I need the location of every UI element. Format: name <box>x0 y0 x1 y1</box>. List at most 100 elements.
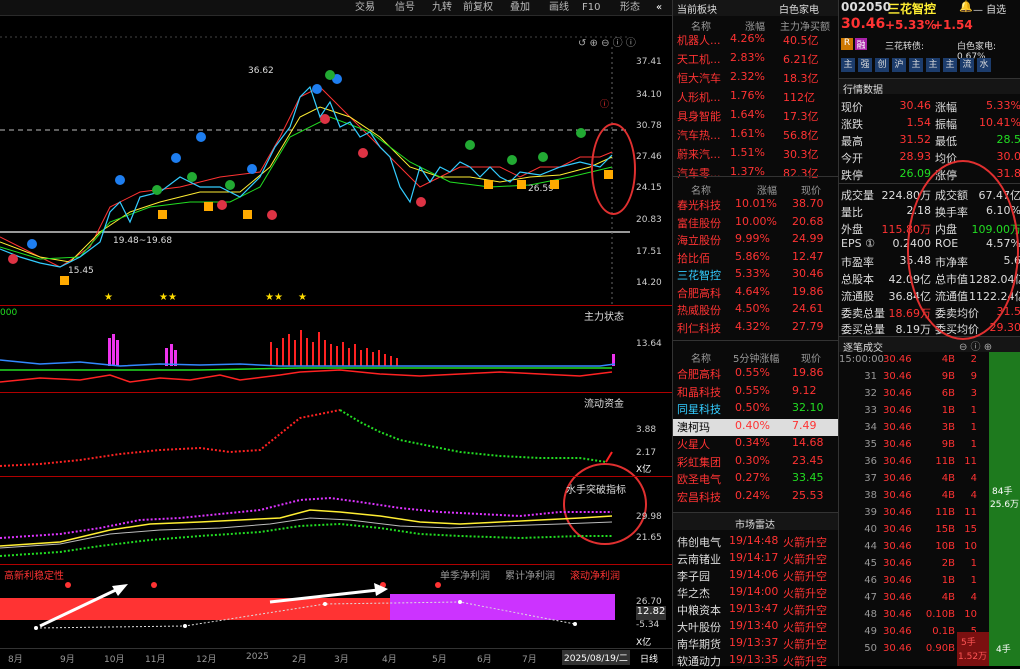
speed-name: 彩虹集团 <box>677 455 721 469</box>
tick-price: 30.46 <box>883 507 912 518</box>
tick-price: 30.46 <box>883 456 912 467</box>
concept-chip[interactable]: 流 <box>960 58 974 72</box>
stat-label: EPS ① <box>841 237 875 251</box>
tick-time: 36 <box>864 456 877 467</box>
toolbar-trade[interactable]: 交易 <box>355 0 375 16</box>
speed-row[interactable]: 合肥高科 0.55% 19.86 <box>673 366 839 383</box>
tick-count: 11 <box>964 507 977 518</box>
stock-row[interactable]: 富佳股份 10.00% 20.68 <box>673 215 839 232</box>
tick-row: 15:00:00 30.46 4B 2 <box>839 354 989 370</box>
radar-time: 19/14:48 <box>729 534 779 547</box>
tick-controls[interactable]: ⊖ ⓘ ⊕ <box>959 338 992 353</box>
quote-label: 最高 <box>841 135 863 148</box>
toolbar-pattern[interactable]: 形态 <box>620 0 640 16</box>
stock-row[interactable]: 春光科技 10.01% 38.70 <box>673 197 839 214</box>
sector-row[interactable]: 汽车热... 1.61% 56.8亿 <box>673 127 839 145</box>
stock-row[interactable]: 合肥高科 4.64% 19.86 <box>673 285 839 302</box>
stock-row[interactable]: 海立股份 9.99% 24.99 <box>673 232 839 249</box>
tick-volume: 11B <box>935 456 955 467</box>
tick-time: 49 <box>864 626 877 637</box>
tick-count: 1 <box>970 439 977 450</box>
quote-value: 31.52 <box>899 133 932 146</box>
sector-pct: 1.61% <box>730 127 765 140</box>
radar-row[interactable]: 南华期货 19/13:37 火箭升空 <box>673 636 839 652</box>
price-chart: 36.62 19.48~19.68 15.45 26.59 ★ ★★ ★★ ★ ⓘ <box>0 36 630 305</box>
concept-chip[interactable]: 主 <box>943 58 957 72</box>
convertible-bond[interactable]: 三花转债: <box>885 39 924 52</box>
stock-name: 合肥高科 <box>677 286 721 300</box>
speed-row[interactable]: 宏昌科技 0.24% 25.53 <box>673 489 839 506</box>
stock-pct: 9.99% <box>735 232 770 245</box>
stock-pct: 4.50% <box>735 302 770 315</box>
radar-row[interactable]: 华之杰 19/14:00 火箭升空 <box>673 585 839 601</box>
stock-code: 002050 <box>841 0 892 14</box>
radar-row[interactable]: 伟创电气 19/14:48 火箭升空 <box>673 534 839 550</box>
stock-row[interactable]: 三花智控 5.33% 30.46 <box>673 267 839 284</box>
concept-chip[interactable]: 主 <box>926 58 940 72</box>
stock-row[interactable]: 拾比佰 5.86% 12.47 <box>673 250 839 267</box>
panel-controls[interactable]: ↺ ⊕ ⊖ ⓘ ⓘ <box>578 34 636 49</box>
tick-time: 39 <box>864 507 877 518</box>
sector-row[interactable]: 具身智能 1.64% 17.3亿 <box>673 108 839 126</box>
sector-net: 18.3亿 <box>783 72 819 85</box>
concept-chip[interactable]: 主 <box>841 58 855 72</box>
sector-industry[interactable]: 白色家电 <box>779 1 819 16</box>
tick-volume: 4B <box>941 490 955 501</box>
tick-row: 37 30.46 4B 4 <box>839 473 989 489</box>
concept-chip[interactable]: 强 <box>858 58 872 72</box>
concept-chip[interactable]: 创 <box>875 58 889 72</box>
chart-area[interactable]: 交易 信号 九转 前复权 叠加 画线 F10 形态 « 36.62 19.48~… <box>0 0 672 666</box>
stock-row[interactable]: 利仁科技 4.32% 27.79 <box>673 320 839 337</box>
speed-row[interactable]: 和晶科技 0.55% 9.12 <box>673 384 839 401</box>
stock-row[interactable]: 热威股份 4.50% 24.61 <box>673 302 839 319</box>
sailor-indicator-chart <box>0 496 613 557</box>
sector-row[interactable]: 天工机... 2.83% 6.21亿 <box>673 51 839 69</box>
tick-row: 35 30.46 9B 1 <box>839 439 989 455</box>
speed-row[interactable]: 澳柯玛 0.40% 7.49 <box>673 418 839 436</box>
speed-row[interactable]: 火星人 0.34% 14.68 <box>673 436 839 453</box>
radar-row[interactable]: 大叶股份 19/13:40 火箭升空 <box>673 619 839 635</box>
toolbar-nine[interactable]: 九转 <box>432 0 452 16</box>
tick-row: 48 30.46 0.10B 10 <box>839 609 989 625</box>
sector-row[interactable]: 机器人... 4.26% 40.5亿 <box>673 32 839 50</box>
sector-pct: 1.51% <box>730 146 765 159</box>
speed-row[interactable]: 欧圣电气 0.27% 33.45 <box>673 471 839 488</box>
speed-row[interactable]: 彩虹集团 0.30% 23.45 <box>673 454 839 471</box>
collapse-icon[interactable]: « <box>656 0 662 16</box>
radar-row[interactable]: 软通动力 19/13:35 火箭升空 <box>673 653 839 669</box>
stock-name: 拾比佰 <box>677 251 710 265</box>
x-axis: 8月 9月 10月 11月 12月 2025 2月 3月 4月 5月 6月 7月… <box>0 648 672 666</box>
tick-volume: 4B <box>941 354 955 365</box>
svg-text:★: ★ <box>104 292 113 303</box>
tick-count: 10 <box>964 609 977 620</box>
tick-volume: 0.90B <box>925 643 955 654</box>
sector-pct: 1.76% <box>730 89 765 102</box>
concept-chip[interactable]: 水 <box>977 58 991 72</box>
sector-row[interactable]: 蔚来汽... 1.51% 30.3亿 <box>673 146 839 164</box>
toolbar-adjust[interactable]: 前复权 <box>463 0 493 16</box>
toolbar-overlay[interactable]: 叠加 <box>510 0 530 16</box>
speed-row[interactable]: 同星科技 0.50% 32.10 <box>673 401 839 418</box>
sector-row[interactable]: 恒大汽车 2.32% 18.3亿 <box>673 70 839 88</box>
current-price: 30.46 <box>841 16 886 32</box>
bell-icon[interactable]: 🔔 <box>959 0 973 13</box>
self-select-button[interactable]: — 自选 <box>973 1 1006 16</box>
tick-row: 32 30.46 6B 3 <box>839 388 989 404</box>
stock-price: 12.47 <box>792 249 824 263</box>
toolbar-f10[interactable]: F10 <box>582 0 600 16</box>
concept-chip[interactable]: 沪 <box>892 58 906 72</box>
concept-chip[interactable]: 主 <box>909 58 923 72</box>
sector-row[interactable]: 汽车零... 1.37% 82.3亿 <box>673 165 839 183</box>
toolbar-signal[interactable]: 信号 <box>395 0 415 16</box>
tick-time: 32 <box>864 388 877 399</box>
stock-name: 利仁科技 <box>677 321 721 335</box>
volume-bar: 84手 25.6万 4手 <box>989 352 1020 666</box>
radar-row[interactable]: 李子园 19/14:06 火箭升空 <box>673 568 839 584</box>
radar-row[interactable]: 中粮资本 19/13:47 火箭升空 <box>673 602 839 618</box>
toolbar-draw[interactable]: 画线 <box>549 0 569 16</box>
radar-row[interactable]: 云南锗业 19/14:17 火箭升空 <box>673 551 839 567</box>
sector-net: 112亿 <box>783 91 815 104</box>
speed-pct: 0.50% <box>735 401 770 414</box>
sector-row[interactable]: 人形机... 1.76% 112亿 <box>673 89 839 107</box>
radar-time: 19/13:47 <box>729 602 779 615</box>
